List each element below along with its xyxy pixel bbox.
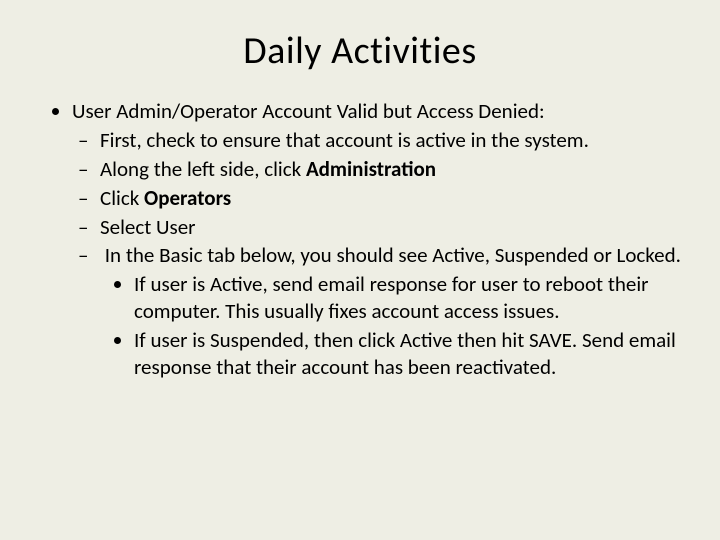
list-item: If user is Suspended, then click Active … [134,327,690,381]
list-item-text: In the Basic tab below, you should see A… [105,242,681,268]
list-item-text: Select User [100,214,195,240]
list-item: Click Operators [100,185,690,212]
bullet-list-level1: User Admin/Operator Account Valid but Ac… [30,98,690,381]
list-item: User Admin/Operator Account Valid but Ac… [72,98,690,381]
list-item: Select User [100,214,690,241]
bullet-list-level2: First, check to ensure that account is a… [72,127,690,381]
list-item-text: If user is Active, send email response f… [134,271,648,324]
list-item-text: Click [100,185,144,211]
list-item: If user is Active, send email response f… [134,271,690,325]
list-item-text: Along the left side, click [100,156,306,182]
slide: Daily Activities User Admin/Operator Acc… [0,0,720,540]
list-item: First, check to ensure that account is a… [100,127,690,154]
list-item-text: User Admin/Operator Account Valid but Ac… [72,98,545,124]
slide-title: Daily Activities [30,28,690,74]
list-item: Along the left side, click Administratio… [100,156,690,183]
bullet-list-level3: If user is Active, send email response f… [100,271,690,381]
list-item: In the Basic tab below, you should see A… [100,242,690,380]
list-item-text: If user is Suspended, then click Active … [134,327,676,380]
list-item-text: First, check to ensure that account is a… [100,127,589,153]
bold-text: Operators [144,185,231,211]
bold-text: Administration [306,156,436,182]
